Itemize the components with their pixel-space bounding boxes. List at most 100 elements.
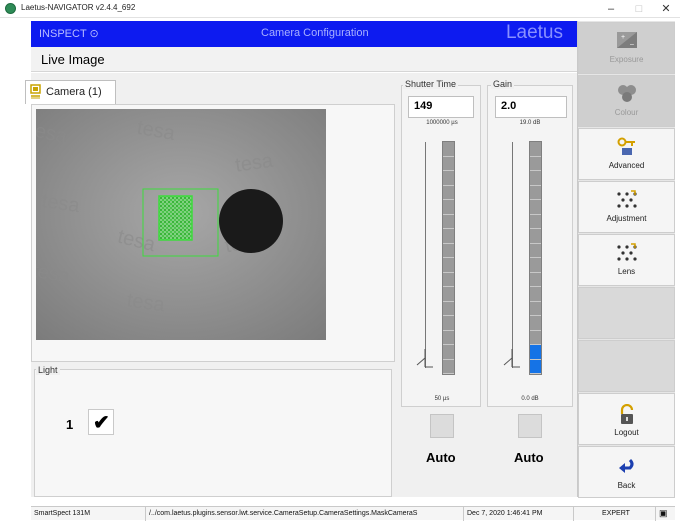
level-segment <box>530 345 541 360</box>
level-segment <box>443 273 454 287</box>
sidebar-item-advanced[interactable]: Advanced <box>578 128 675 180</box>
level-segment <box>443 142 454 157</box>
shutter-auto-label: Auto <box>426 450 456 465</box>
back-arrow-icon <box>579 457 674 479</box>
status-device: SmartSpect 131M <box>31 507 146 521</box>
camera-image-canvas: tesa tesa tesa tesa tesa tesa tesa tesa <box>36 109 326 340</box>
gain-auto-button[interactable] <box>518 414 542 438</box>
light-1-checkbox[interactable]: ✔ <box>88 409 114 435</box>
tab-camera-1[interactable]: Camera (1) <box>25 80 116 104</box>
shutter-slider-handle[interactable] <box>416 347 434 369</box>
level-segment <box>530 287 541 302</box>
dots-icon <box>579 190 674 212</box>
level-segment <box>443 244 454 258</box>
tab-camera-label: Camera (1) <box>46 86 102 98</box>
level-segment <box>443 316 454 331</box>
gain-label: Gain <box>491 79 515 89</box>
sidebar-item-label: Exposure <box>609 55 644 64</box>
status-datetime: Dec 7, 2020 1:46:41 PM <box>464 507 574 521</box>
live-image-title: Live Image <box>41 52 105 67</box>
shutter-min-label: 50 µs <box>434 396 450 402</box>
shutter-level-bar <box>442 141 455 375</box>
inspect-indicator[interactable]: INSPECT ⊙ <box>39 27 99 40</box>
sidebar-item-lens[interactable]: Lens <box>578 234 675 286</box>
sidebar-empty-slot <box>578 340 675 392</box>
level-segment <box>530 142 541 157</box>
svg-text:–: – <box>630 41 634 48</box>
level-segment <box>443 200 454 215</box>
sidebar-item-label: Back <box>617 481 636 490</box>
gain-auto-label: Auto <box>514 450 544 465</box>
gain-min-label: 0.0 dB <box>521 396 539 402</box>
sidebar-empty-slot <box>578 287 675 339</box>
exposure-icon: + – <box>579 31 674 53</box>
sidebar-item-back[interactable]: Back <box>578 446 675 498</box>
level-segment <box>443 302 454 316</box>
level-segment <box>530 302 541 316</box>
light-group-label: Light <box>36 365 60 375</box>
minimize-button[interactable]: – <box>598 0 624 18</box>
sidebar-item-colour[interactable]: Colour <box>578 75 675 127</box>
level-segment <box>443 287 454 302</box>
shutter-value-input[interactable]: 149 <box>408 96 474 118</box>
shutter-max-label: 1000000 µs <box>426 120 458 126</box>
live-image-bar: Live Image <box>31 47 577 72</box>
level-segment <box>530 359 541 374</box>
window-titlebar: Laetus-NAVIGATOR v2.4.4_692 – □ ✕ <box>0 0 680 18</box>
close-button[interactable]: ✕ <box>653 0 679 18</box>
gain-level-bar <box>529 141 542 375</box>
status-indicator-icon: ▣ <box>659 508 668 518</box>
level-segment <box>530 273 541 287</box>
level-segment <box>443 186 454 200</box>
level-segment <box>530 229 541 244</box>
level-segment <box>443 157 454 171</box>
camera-icon <box>30 84 41 99</box>
window-title: Laetus-NAVIGATOR v2.4.4_692 <box>21 3 136 12</box>
lock-icon <box>579 403 674 426</box>
dots-icon <box>579 243 674 265</box>
status-path: /../com.laetus.plugins.sensor.lwt.servic… <box>146 507 464 521</box>
status-bar: SmartSpect 131M /../com.laetus.plugins.s… <box>31 506 675 521</box>
sidebar-item-label: Adjustment <box>606 214 647 223</box>
light-index: 1 <box>66 417 74 432</box>
level-segment <box>443 215 454 229</box>
level-segment <box>530 186 541 200</box>
laetus-logo: Laetus <box>505 22 563 43</box>
level-segment <box>530 244 541 258</box>
svg-text:+: + <box>621 34 625 41</box>
gain-slider-track[interactable] <box>512 142 513 368</box>
gain-slider-handle[interactable] <box>503 347 521 369</box>
shutter-auto-button[interactable] <box>430 414 454 438</box>
sidebar-item-label: Colour <box>614 108 639 117</box>
level-segment <box>530 316 541 331</box>
level-segment <box>443 171 454 186</box>
colour-icon <box>579 84 674 106</box>
screen-title: Camera Configuration <box>261 27 369 39</box>
level-segment <box>530 200 541 215</box>
level-segment <box>443 331 454 345</box>
level-segment <box>530 258 541 273</box>
keys-icon <box>579 137 674 159</box>
level-segment <box>443 258 454 273</box>
app-icon <box>5 3 16 14</box>
sidebar-item-logout[interactable]: Logout <box>578 393 675 445</box>
check-icon: ✔ <box>93 412 110 434</box>
app-header: INSPECT ⊙ Camera Configuration Laetus <box>31 21 577 47</box>
shutter-group <box>401 85 481 407</box>
sidebar-item-label: Lens <box>617 267 636 276</box>
gain-max-label: 19.0 dB <box>519 120 541 126</box>
gain-value-input[interactable]: 2.0 <box>495 96 567 118</box>
sidebar-item-adjustment[interactable]: Adjustment <box>578 181 675 233</box>
shutter-label: Shutter Time <box>403 79 459 89</box>
camera-live-image[interactable]: tesa tesa tesa tesa tesa tesa tesa tesa <box>36 109 326 340</box>
datamatrix-code <box>158 195 193 241</box>
sidebar-item-label: Logout <box>614 428 639 437</box>
sidebar-item-exposure[interactable]: + – Exposure <box>578 22 675 74</box>
black-dot <box>219 189 283 253</box>
level-segment <box>443 229 454 244</box>
status-user: EXPERT <box>574 507 656 521</box>
shutter-slider-track[interactable] <box>425 142 426 368</box>
maximize-button[interactable]: □ <box>626 0 652 18</box>
level-segment <box>443 345 454 360</box>
level-segment <box>443 360 454 374</box>
